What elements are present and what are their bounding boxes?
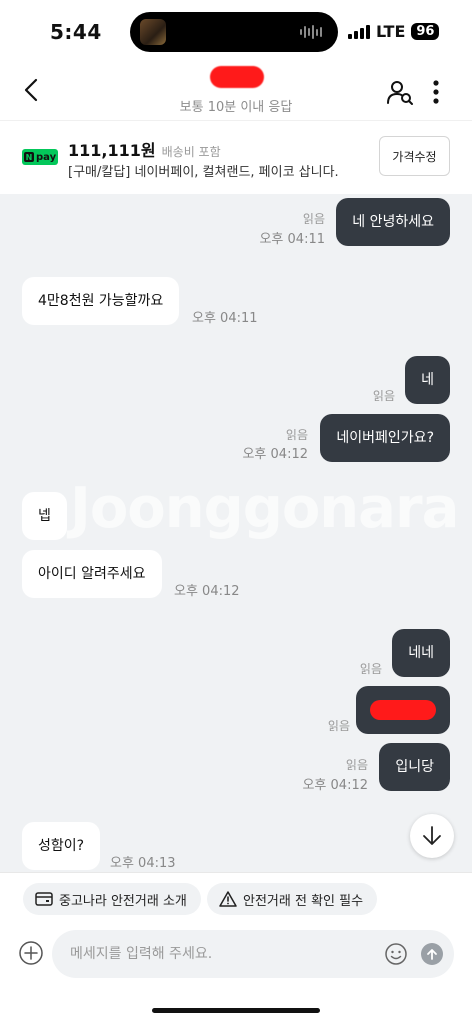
chat-area[interactable]: Joonggonara 읽음 오후 04:11 네 안녕하세요 4만8천원 가능… (0, 194, 472, 872)
message-bubble-mine[interactable]: 네 안녕하세요 (336, 198, 450, 246)
battery-level: 96 (411, 23, 440, 40)
safe-trade-chips: 중고나라 안전거래 소개 안전거래 전 확인 필수 (0, 872, 472, 924)
audio-wave-icon (300, 25, 322, 39)
status-time: 5:44 (50, 20, 102, 44)
arrow-down-icon (423, 826, 441, 845)
arrow-up-icon (427, 949, 437, 960)
message-time: 오후 04:12 (302, 778, 368, 793)
message-bubble-mine[interactable]: 네 (405, 356, 450, 404)
product-price: 111,111원 배송비 포함 (68, 141, 221, 160)
message-bubble-theirs[interactable]: 4만8천원 가능할까요 (22, 277, 180, 325)
message-time: 오후 04:12 (174, 584, 240, 599)
message-bubble-mine[interactable]: 네이버페인가요? (320, 414, 450, 462)
message-bubble-theirs[interactable]: 아이디 알려주세요 (22, 550, 162, 598)
scroll-to-bottom-button[interactable] (410, 814, 454, 858)
chat-header: 보통 10분 이내 응답 (0, 62, 472, 120)
redaction-mark (370, 700, 436, 720)
user-search-icon[interactable] (386, 78, 414, 106)
plus-circle-icon[interactable] (18, 940, 44, 966)
dynamic-island (130, 12, 338, 52)
product-summary: Npay 111,111원 배송비 포함 [구매/칼답] 네이버페이, 컬쳐랜드,… (0, 120, 472, 194)
message-bubble-mine[interactable]: 네네 (392, 629, 450, 677)
watermark: Joonggonara (70, 476, 459, 541)
product-title: [구매/칼답] 네이버페이, 컬쳐랜드, 페이코 삽니다. (68, 165, 339, 180)
naver-pay-badge: Npay (22, 149, 58, 165)
network-label: LTE (376, 22, 406, 41)
read-receipt: 읽음 (372, 389, 395, 403)
message-time: 오후 04:13 (110, 856, 176, 871)
send-button[interactable] (421, 943, 443, 965)
more-vertical-icon[interactable] (428, 78, 444, 106)
n-logo-icon: N (24, 152, 34, 162)
read-receipt: 읽음 (359, 662, 382, 676)
message-time: 오후 04:12 (242, 447, 308, 462)
message-bubble-redacted[interactable] (356, 686, 450, 734)
emoji-icon[interactable] (384, 942, 408, 966)
read-receipt: 읽음 (345, 758, 368, 772)
now-playing-thumbnail (140, 19, 166, 45)
safe-trade-intro-chip[interactable]: 중고나라 안전거래 소개 (23, 883, 201, 915)
message-bubble-theirs[interactable]: 넵 (22, 492, 67, 540)
warning-icon (219, 891, 237, 907)
message-time: 오후 04:11 (192, 311, 258, 326)
signal-icon (348, 24, 370, 39)
message-bubble-theirs[interactable]: 성함이? (22, 822, 101, 870)
shipping-note: 배송비 포함 (161, 145, 221, 159)
message-time: 오후 04:11 (259, 232, 325, 247)
read-receipt: 읽음 (285, 428, 308, 442)
message-composer (0, 924, 472, 984)
edit-price-button[interactable]: 가격수정 (379, 136, 450, 176)
status-bar: 5:44 LTE 96 (0, 0, 472, 62)
read-receipt: 읽음 (327, 719, 350, 733)
read-receipt: 읽음 (302, 212, 325, 226)
redacted-partner-name (210, 66, 264, 88)
message-bubble-mine[interactable]: 입니당 (379, 743, 450, 791)
home-indicator[interactable] (152, 1008, 320, 1013)
safe-trade-warning-chip[interactable]: 안전거래 전 확인 필수 (207, 883, 378, 915)
wallet-icon (35, 892, 53, 906)
